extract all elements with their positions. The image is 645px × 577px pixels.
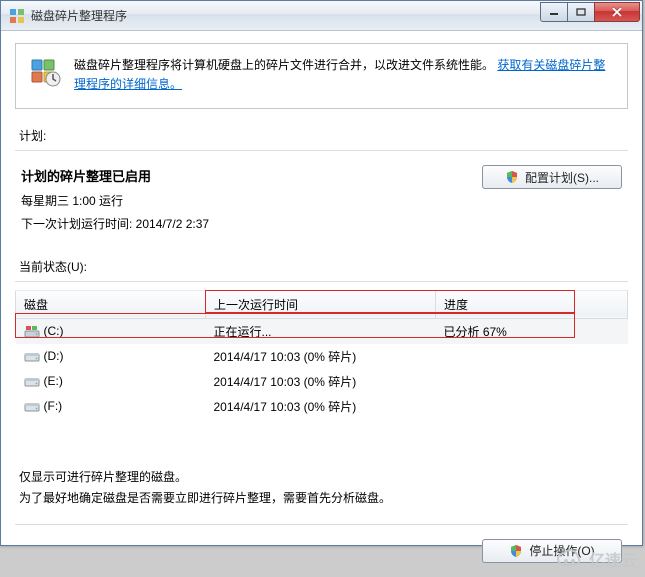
cell-last-run: 正在运行...	[206, 318, 436, 344]
watermark: 亿速云	[555, 547, 637, 571]
info-text: 磁盘碎片整理程序将计算机硬盘上的碎片文件进行合并，以改进文件系统性能。 获取有关…	[74, 56, 613, 94]
titlebar[interactable]: 磁盘碎片整理程序	[1, 1, 642, 31]
app-icon	[9, 8, 25, 24]
configure-schedule-button[interactable]: 配置计划(S)...	[482, 165, 622, 189]
minimize-button[interactable]	[540, 2, 568, 22]
table-header-row: 磁盘 上一次运行时间 进度	[16, 290, 628, 318]
window-title: 磁盘碎片整理程序	[31, 7, 541, 24]
watermark-icon	[555, 549, 583, 569]
disk-name: (C:)	[44, 324, 64, 338]
cell-progress	[436, 394, 628, 419]
schedule-text: 计划的碎片整理已启用 每星期三 1:00 运行 下一次计划运行时间: 2014/…	[21, 165, 462, 235]
cell-disk: (C:)	[16, 318, 206, 344]
content-area: 磁盘碎片整理程序将计算机硬盘上的碎片文件进行合并，以改进文件系统性能。 获取有关…	[1, 31, 642, 577]
disk-table[interactable]: 磁盘 上一次运行时间 进度 (C:) 正在运行...已分析 67% (D:) 2014…	[15, 290, 628, 419]
disk-name: (E:)	[44, 374, 63, 388]
cell-progress	[436, 344, 628, 369]
drive-icon	[24, 350, 40, 364]
col-progress[interactable]: 进度	[436, 290, 628, 318]
info-description: 磁盘碎片整理程序将计算机硬盘上的碎片文件进行合并，以改进文件系统性能。	[74, 58, 494, 72]
maximize-button[interactable]	[567, 2, 595, 22]
schedule-box: 计划的碎片整理已启用 每星期三 1:00 运行 下一次计划运行时间: 2014/…	[15, 150, 628, 241]
defrag-window: 磁盘碎片整理程序	[0, 0, 643, 546]
close-button[interactable]	[594, 2, 640, 22]
cell-last-run: 2014/4/17 10:03 (0% 碎片)	[206, 369, 436, 394]
notes: 仅显示可进行碎片整理的磁盘。 为了最好地确定磁盘是否需要立即进行碎片整理，需要首…	[15, 467, 628, 510]
watermark-text: 亿速云	[589, 547, 637, 571]
footer: 停止操作(O)	[15, 524, 628, 563]
cell-disk: (F:)	[16, 394, 206, 419]
table-row[interactable]: (C:) 正在运行...已分析 67%	[16, 318, 628, 344]
info-panel: 磁盘碎片整理程序将计算机硬盘上的碎片文件进行合并，以改进文件系统性能。 获取有关…	[15, 43, 628, 109]
disk-name: (F:)	[44, 399, 63, 413]
cell-disk: (D:)	[16, 344, 206, 369]
status-section-label: 当前状态(U):	[19, 258, 624, 275]
schedule-title: 计划的碎片整理已启用	[21, 165, 462, 190]
schedule-section-label: 计划:	[19, 127, 624, 144]
disk-name: (D:)	[44, 349, 64, 363]
table-row[interactable]: (D:) 2014/4/17 10:03 (0% 碎片)	[16, 344, 628, 369]
cell-disk: (E:)	[16, 369, 206, 394]
cell-last-run: 2014/4/17 10:03 (0% 碎片)	[206, 344, 436, 369]
status-box: 磁盘 上一次运行时间 进度 (C:) 正在运行...已分析 67% (D:) 2014…	[15, 281, 628, 419]
cell-progress: 已分析 67%	[436, 318, 628, 344]
schedule-next-run: 下一次计划运行时间: 2014/7/2 2:37	[21, 213, 462, 236]
note-line-1: 仅显示可进行碎片整理的磁盘。	[19, 467, 624, 489]
table-row[interactable]: (F:) 2014/4/17 10:03 (0% 碎片)	[16, 394, 628, 419]
table-row[interactable]: (E:) 2014/4/17 10:03 (0% 碎片)	[16, 369, 628, 394]
window-controls	[541, 2, 640, 22]
drive-icon	[24, 375, 40, 389]
disk-table-wrap: 磁盘 上一次运行时间 进度 (C:) 正在运行...已分析 67% (D:) 2014…	[15, 290, 628, 419]
shield-icon	[505, 170, 519, 184]
note-line-2: 为了最好地确定磁盘是否需要立即进行碎片整理，需要首先分析磁盘。	[19, 488, 624, 510]
cell-progress	[436, 369, 628, 394]
configure-schedule-label: 配置计划(S)...	[525, 169, 599, 186]
drive-icon	[24, 400, 40, 414]
col-last-run[interactable]: 上一次运行时间	[206, 290, 436, 318]
col-disk[interactable]: 磁盘	[16, 290, 206, 318]
schedule-frequency: 每星期三 1:00 运行	[21, 190, 462, 213]
cell-last-run: 2014/4/17 10:03 (0% 碎片)	[206, 394, 436, 419]
win-drive-icon	[24, 325, 40, 339]
defrag-icon	[30, 56, 62, 88]
shield-icon	[509, 544, 523, 558]
